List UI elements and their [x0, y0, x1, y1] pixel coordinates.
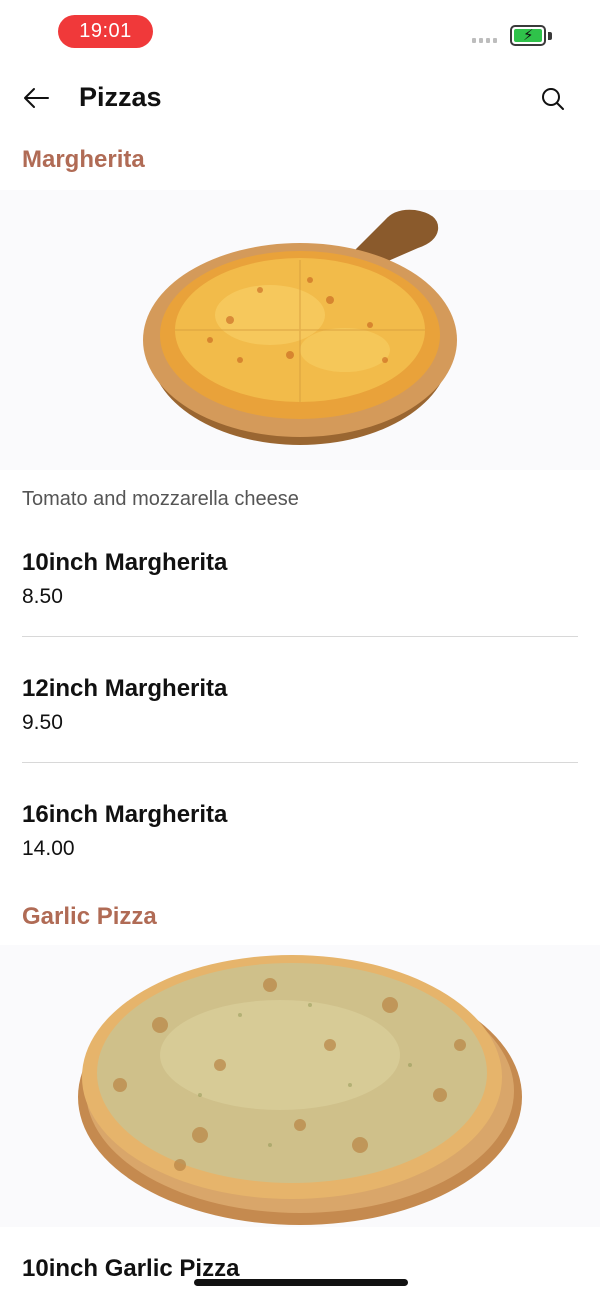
signal-icon — [472, 38, 497, 43]
page-title: Pizzas — [79, 82, 162, 112]
item-name: 16inch Margherita — [22, 801, 228, 828]
section-title-garlic-pizza: Garlic Pizza — [22, 903, 157, 930]
divider — [22, 762, 578, 763]
item-name: 12inch Margherita — [22, 675, 228, 702]
menu-item[interactable]: 10inch Margherita 8.50 — [0, 549, 600, 609]
search-button[interactable] — [534, 80, 572, 118]
status-time: 19:01 — [58, 15, 153, 48]
arrow-left-icon — [24, 88, 49, 108]
home-indicator[interactable] — [194, 1279, 408, 1286]
search-icon — [542, 88, 564, 110]
battery-icon: ⚡ — [510, 25, 546, 46]
menu-item[interactable]: 16inch Margherita 14.00 — [0, 801, 600, 861]
item-name: 10inch Margherita — [22, 549, 228, 576]
app-header: Pizzas — [0, 64, 600, 134]
menu-content: Margherita Tomato and mozzarella cheese … — [0, 134, 600, 1283]
item-price: 8.50 — [22, 585, 63, 608]
garlic-pizza-image — [0, 945, 600, 1227]
section-title-margherita: Margherita — [22, 146, 145, 173]
back-button[interactable] — [18, 80, 54, 116]
margherita-pizza-image — [0, 190, 600, 470]
menu-item[interactable]: 12inch Margherita 9.50 — [0, 675, 600, 735]
item-price: 14.00 — [22, 837, 75, 860]
section-description: Tomato and mozzarella cheese — [22, 488, 299, 510]
item-price: 9.50 — [22, 711, 63, 734]
divider — [22, 636, 578, 637]
status-bar: 19:01 ⚡ — [0, 0, 600, 64]
battery-cap — [548, 32, 552, 40]
